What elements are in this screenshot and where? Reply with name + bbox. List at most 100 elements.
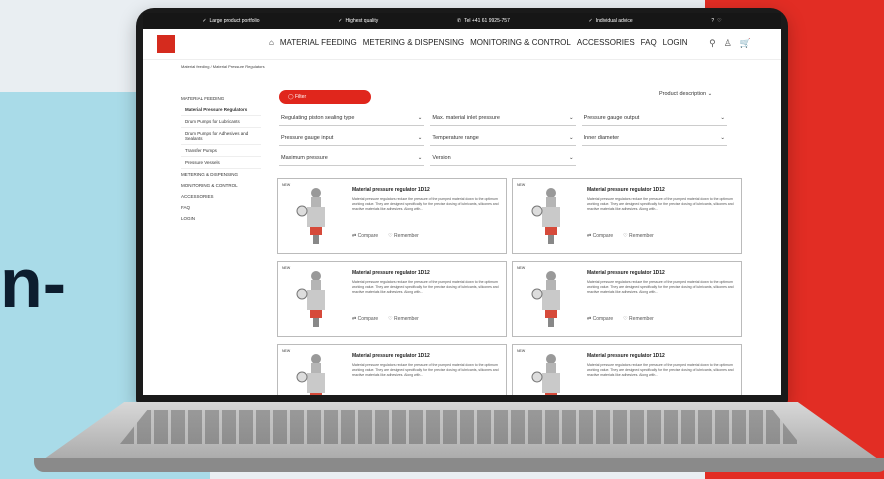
compare-button[interactable]: ⇄ Compare bbox=[587, 233, 613, 239]
product-title[interactable]: Material pressure regulator 1D12 bbox=[587, 353, 665, 359]
chevron-down-icon: ⌄ bbox=[720, 115, 725, 121]
product-card[interactable]: NEW Material pressure regulator 1D12 Mater… bbox=[277, 178, 507, 254]
filter-dropdown[interactable]: Max. material inlet pressure ⌄ bbox=[430, 111, 576, 126]
help-icon[interactable]: ? bbox=[711, 18, 714, 24]
nav-accessories[interactable]: ACCESSORIES bbox=[577, 38, 635, 47]
filter-dropdown[interactable]: Inner diameter ⌄ bbox=[581, 131, 727, 146]
chevron-down-icon: ⌄ bbox=[417, 115, 423, 121]
topbar-item: ✓ Individual advice bbox=[588, 18, 633, 24]
product-image[interactable] bbox=[531, 270, 571, 328]
product-description: Material pressure regulators reduce the … bbox=[352, 280, 499, 294]
remember-button[interactable]: ♡ Remember bbox=[623, 233, 654, 239]
sidebar-item[interactable]: Transfer Pumps bbox=[181, 145, 261, 157]
sidebar-item[interactable]: Pressure Vessels bbox=[181, 157, 261, 169]
product-card[interactable]: NEW Material pressure regulator 1D12 Mater… bbox=[277, 261, 507, 337]
topbar-item: ✓ Highest quality bbox=[338, 18, 379, 24]
filter-dropdown[interactable]: Regulating piston sealing type ⌄ bbox=[279, 111, 425, 126]
new-badge: NEW bbox=[282, 266, 291, 270]
compare-button[interactable]: ⇄ Compare bbox=[587, 316, 613, 322]
product-title[interactable]: Material pressure regulator 1D12 bbox=[352, 353, 430, 359]
nav-icons: ⚲ ♙ 🛒 bbox=[709, 38, 751, 49]
sidebar-item[interactable]: Drum Pumps for Adhesives and Sealants bbox=[181, 128, 261, 145]
nav-metering-dispensing[interactable]: METERING & DISPENSING bbox=[363, 38, 464, 47]
nav-monitoring-control[interactable]: MONITORING & CONTROL bbox=[470, 38, 571, 47]
filter-dropdown[interactable]: Version ⌄ bbox=[430, 151, 576, 166]
compare-button[interactable]: ⇄ Compare bbox=[352, 316, 378, 322]
filter-dropdown[interactable]: Pressure gauge input ⌄ bbox=[279, 131, 425, 146]
chevron-down-icon: ⌄ bbox=[707, 91, 713, 97]
product-image[interactable] bbox=[531, 353, 571, 395]
product-title[interactable]: Material pressure regulator 1D12 bbox=[587, 270, 665, 276]
sidebar-item[interactable]: METERING & DISPENSING bbox=[181, 169, 261, 180]
sidebar-item[interactable]: Drum Pumps for Lubricants bbox=[181, 116, 261, 128]
filter-dropdown[interactable]: Maximum pressure ⌄ bbox=[279, 151, 425, 166]
product-title[interactable]: Material pressure regulator 1D12 bbox=[352, 270, 430, 276]
new-badge: NEW bbox=[517, 266, 526, 270]
product-description: Material pressure regulators reduce the … bbox=[352, 363, 499, 377]
chevron-down-icon: ⌄ bbox=[417, 155, 423, 161]
sidebar-item[interactable]: MONITORING & CONTROL bbox=[181, 180, 261, 191]
product-image[interactable] bbox=[296, 353, 336, 395]
chevron-down-icon: ⌄ bbox=[569, 135, 574, 141]
sidebar-item[interactable]: ACCESSORIES bbox=[181, 191, 261, 202]
home-icon[interactable]: ⌂ bbox=[269, 38, 274, 47]
sidebar-item[interactable]: FAQ bbox=[181, 202, 261, 213]
brand-logo[interactable] bbox=[157, 35, 175, 53]
nav-material-feeding[interactable]: MATERIAL FEEDING bbox=[280, 38, 357, 47]
product-description: Material pressure regulators reduce the … bbox=[587, 197, 734, 211]
compare-button[interactable]: ⇄ Compare bbox=[352, 233, 378, 239]
topbar-icons: ? ♡ bbox=[711, 18, 721, 24]
sidebar-item[interactable]: Material Pressure Regulators bbox=[181, 104, 261, 116]
sidebar-item[interactable]: LOGIN bbox=[181, 213, 261, 224]
product-image[interactable] bbox=[296, 187, 336, 245]
remember-button[interactable]: ♡ Remember bbox=[623, 316, 654, 322]
headline-fragment: n- bbox=[0, 244, 67, 322]
product-actions: ⇄ Compare ♡ Remember bbox=[587, 233, 654, 239]
filter-label: Max. material inlet pressure bbox=[432, 115, 500, 121]
filter-dropdown[interactable]: Temperature range ⌄ bbox=[430, 131, 576, 146]
search-icon[interactable]: ⚲ bbox=[709, 38, 716, 49]
product-description: Material pressure regulators reduce the … bbox=[587, 280, 734, 294]
product-card[interactable]: NEW Material pressure regulator 1D12 Mater… bbox=[277, 344, 507, 395]
nav-login[interactable]: LOGIN bbox=[663, 38, 688, 47]
user-icon[interactable]: ♙ bbox=[724, 38, 732, 49]
remember-button[interactable]: ♡ Remember bbox=[388, 316, 419, 322]
laptop-base-edge bbox=[34, 458, 884, 472]
sidebar-item[interactable]: MATERIAL FEEDING bbox=[181, 93, 261, 104]
nav-faq[interactable]: FAQ bbox=[641, 38, 657, 47]
new-badge: NEW bbox=[282, 183, 291, 187]
chevron-down-icon: ⌄ bbox=[569, 155, 574, 161]
filter-dropdown[interactable]: Pressure gauge output ⌄ bbox=[581, 111, 727, 126]
product-actions: ⇄ Compare ♡ Remember bbox=[587, 316, 654, 322]
product-card[interactable]: NEW Material pressure regulator 1D12 Mater… bbox=[512, 344, 742, 395]
topbar-item: ✆ Tel +41 61 9925-757 bbox=[456, 18, 510, 24]
filter-label: Inner diameter bbox=[583, 135, 620, 141]
product-actions: ⇄ Compare ♡ Remember bbox=[352, 233, 419, 239]
filter-label: Temperature range bbox=[432, 135, 479, 141]
product-image[interactable] bbox=[296, 270, 336, 328]
product-card[interactable]: NEW Material pressure regulator 1D12 Mater… bbox=[512, 261, 742, 337]
breadcrumb[interactable]: Material feeding / Material Pressure Reg… bbox=[143, 60, 781, 73]
check-icon: ✓ bbox=[588, 18, 593, 24]
chevron-down-icon: ⌄ bbox=[720, 135, 725, 141]
top-info-bar: ✓ Large product portfolio ✓ Highest qualit… bbox=[143, 13, 781, 29]
heart-icon[interactable]: ♡ bbox=[717, 18, 721, 24]
new-badge: NEW bbox=[517, 349, 526, 353]
check-icon: ✓ bbox=[338, 18, 343, 24]
laptop-keyboard bbox=[120, 410, 800, 444]
sort-select[interactable]: Product description ⌄ bbox=[659, 91, 712, 97]
new-badge: NEW bbox=[282, 349, 291, 353]
chevron-down-icon: ⌄ bbox=[417, 135, 423, 141]
cart-icon[interactable]: 🛒 bbox=[740, 38, 751, 49]
remember-button[interactable]: ♡ Remember bbox=[388, 233, 419, 239]
product-title[interactable]: Material pressure regulator 1D12 bbox=[587, 187, 665, 193]
product-title[interactable]: Material pressure regulator 1D12 bbox=[352, 187, 430, 193]
filter-label: Version bbox=[432, 155, 451, 161]
product-card[interactable]: NEW Material pressure regulator 1D12 Mater… bbox=[512, 178, 742, 254]
product-image[interactable] bbox=[531, 187, 571, 245]
product-grid: NEW Material pressure regulator 1D12 Mater… bbox=[277, 178, 742, 395]
sidebar-nav: MATERIAL FEEDING Material Pressure Regula… bbox=[181, 93, 261, 224]
product-description: Material pressure regulators reduce the … bbox=[587, 363, 734, 377]
filter-button[interactable]: ◯ Filter bbox=[279, 90, 371, 104]
phone-icon: ✆ bbox=[456, 18, 462, 24]
